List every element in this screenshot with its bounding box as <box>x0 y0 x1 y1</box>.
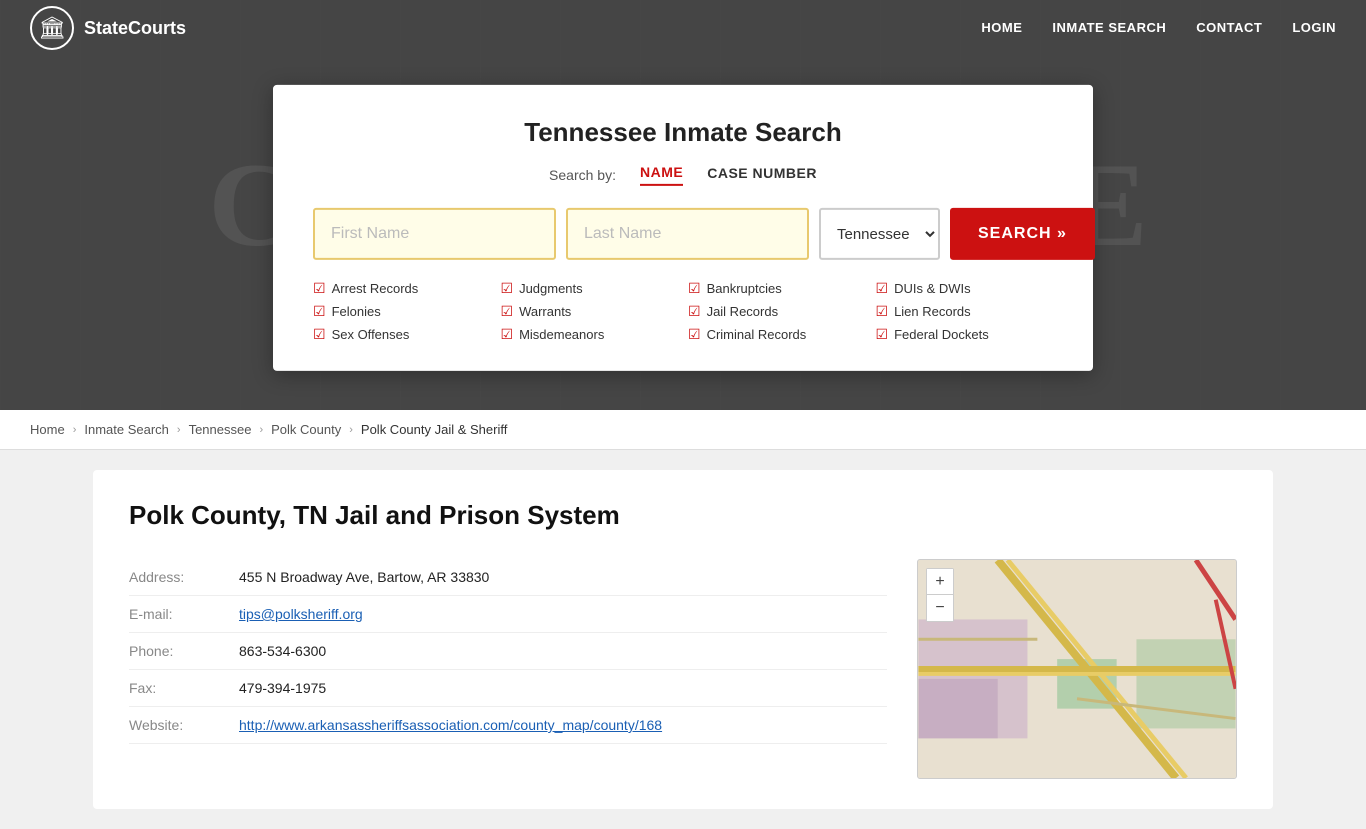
website-link[interactable]: http://www.arkansassheriffsassociation.c… <box>239 717 662 733</box>
email-row: E-mail: tips@polksheriff.org <box>129 596 887 633</box>
breadcrumb-inmate-search[interactable]: Inmate Search <box>84 422 169 437</box>
checkbox-icon: ☑ <box>501 326 514 343</box>
checkbox-item: ☑Sex Offenses <box>313 326 491 343</box>
search-tabs: Search by: NAME CASE NUMBER <box>313 164 1053 186</box>
breadcrumb-home[interactable]: Home <box>30 422 65 437</box>
last-name-input[interactable] <box>566 208 809 260</box>
nav-home[interactable]: HOME <box>981 20 1022 35</box>
zoom-out-button[interactable]: − <box>927 595 953 621</box>
logo-text: StateCourts <box>84 18 186 39</box>
checkbox-icon: ☑ <box>501 303 514 320</box>
fax-label: Fax: <box>129 680 219 696</box>
checkbox-icon: ☑ <box>876 303 889 320</box>
checkbox-item: ☑DUIs & DWIs <box>876 280 1054 297</box>
tab-name[interactable]: NAME <box>640 164 683 186</box>
nav-inmate-search[interactable]: INMATE SEARCH <box>1052 20 1166 35</box>
checkbox-item: ☑Arrest Records <box>313 280 491 297</box>
checkbox-icon: ☑ <box>688 280 701 297</box>
state-select[interactable]: Tennessee Alabama Alaska Arkansas Florid… <box>819 208 940 260</box>
breadcrumb: Home › Inmate Search › Tennessee › Polk … <box>0 410 1366 450</box>
checkbox-item: ☑Warrants <box>501 303 679 320</box>
checkbox-item: ☑Misdemeanors <box>501 326 679 343</box>
website-label: Website: <box>129 717 219 733</box>
checkbox-item: ☑Felonies <box>313 303 491 320</box>
checkbox-icon: ☑ <box>313 303 326 320</box>
checkbox-icon: ☑ <box>688 326 701 343</box>
logo-link[interactable]: 🏛 StateCourts <box>30 6 186 50</box>
checkbox-icon: ☑ <box>688 303 701 320</box>
website-row: Website: http://www.arkansassheriffsasso… <box>129 707 887 744</box>
breadcrumb-current: Polk County Jail & Sheriff <box>361 422 507 437</box>
page-title: Polk County, TN Jail and Prison System <box>129 500 1237 531</box>
email-link[interactable]: tips@polksheriff.org <box>239 606 363 622</box>
checkbox-item: ☑Bankruptcies <box>688 280 866 297</box>
checkbox-item: ☑Criminal Records <box>688 326 866 343</box>
checkbox-icon: ☑ <box>876 326 889 343</box>
breadcrumb-tennessee[interactable]: Tennessee <box>189 422 252 437</box>
fax-row: Fax: 479-394-1975 <box>129 670 887 707</box>
nav-login[interactable]: LOGIN <box>1292 20 1336 35</box>
logo-icon: 🏛 <box>30 6 74 50</box>
search-card: Tennessee Inmate Search Search by: NAME … <box>273 85 1093 371</box>
email-value: tips@polksheriff.org <box>239 606 363 622</box>
fax-value: 479-394-1975 <box>239 680 326 696</box>
checkbox-item: ☑Federal Dockets <box>876 326 1054 343</box>
search-button[interactable]: SEARCH » <box>950 208 1095 260</box>
search-title: Tennessee Inmate Search <box>313 117 1053 148</box>
checkbox-item: ☑Lien Records <box>876 303 1054 320</box>
website-value: http://www.arkansassheriffsassociation.c… <box>239 717 662 733</box>
map-controls: + − <box>926 568 954 622</box>
address-label: Address: <box>129 569 219 585</box>
phone-value: 863-534-6300 <box>239 643 326 659</box>
navbar: 🏛 StateCourts HOME INMATE SEARCH CONTACT… <box>0 0 1366 56</box>
info-section: Address: 455 N Broadway Ave, Bartow, AR … <box>129 559 887 779</box>
phone-row: Phone: 863-534-6300 <box>129 633 887 670</box>
checkbox-icon: ☑ <box>501 280 514 297</box>
tab-case-number[interactable]: CASE NUMBER <box>707 165 817 185</box>
content-layout: Address: 455 N Broadway Ave, Bartow, AR … <box>129 559 1237 779</box>
email-label: E-mail: <box>129 606 219 622</box>
checkbox-icon: ☑ <box>313 326 326 343</box>
nav-contact[interactable]: CONTACT <box>1196 20 1262 35</box>
checkbox-icon: ☑ <box>876 280 889 297</box>
zoom-in-button[interactable]: + <box>927 569 953 595</box>
search-by-label: Search by: <box>549 167 616 183</box>
breadcrumb-polk-county[interactable]: Polk County <box>271 422 341 437</box>
checkbox-grid: ☑Arrest Records ☑Judgments ☑Bankruptcies ☑D… <box>313 280 1053 343</box>
content-card: Polk County, TN Jail and Prison System A… <box>93 470 1273 809</box>
search-row: Tennessee Alabama Alaska Arkansas Florid… <box>313 208 1053 260</box>
checkbox-item: ☑Judgments <box>501 280 679 297</box>
address-value: 455 N Broadway Ave, Bartow, AR 33830 <box>239 569 489 585</box>
map-box: + − <box>917 559 1237 779</box>
main-content: Polk County, TN Jail and Prison System A… <box>0 450 1366 829</box>
first-name-input[interactable] <box>313 208 556 260</box>
phone-label: Phone: <box>129 643 219 659</box>
checkbox-icon: ☑ <box>313 280 326 297</box>
checkbox-item: ☑Jail Records <box>688 303 866 320</box>
address-row: Address: 455 N Broadway Ave, Bartow, AR … <box>129 559 887 596</box>
nav-links: HOME INMATE SEARCH CONTACT LOGIN <box>981 19 1336 37</box>
